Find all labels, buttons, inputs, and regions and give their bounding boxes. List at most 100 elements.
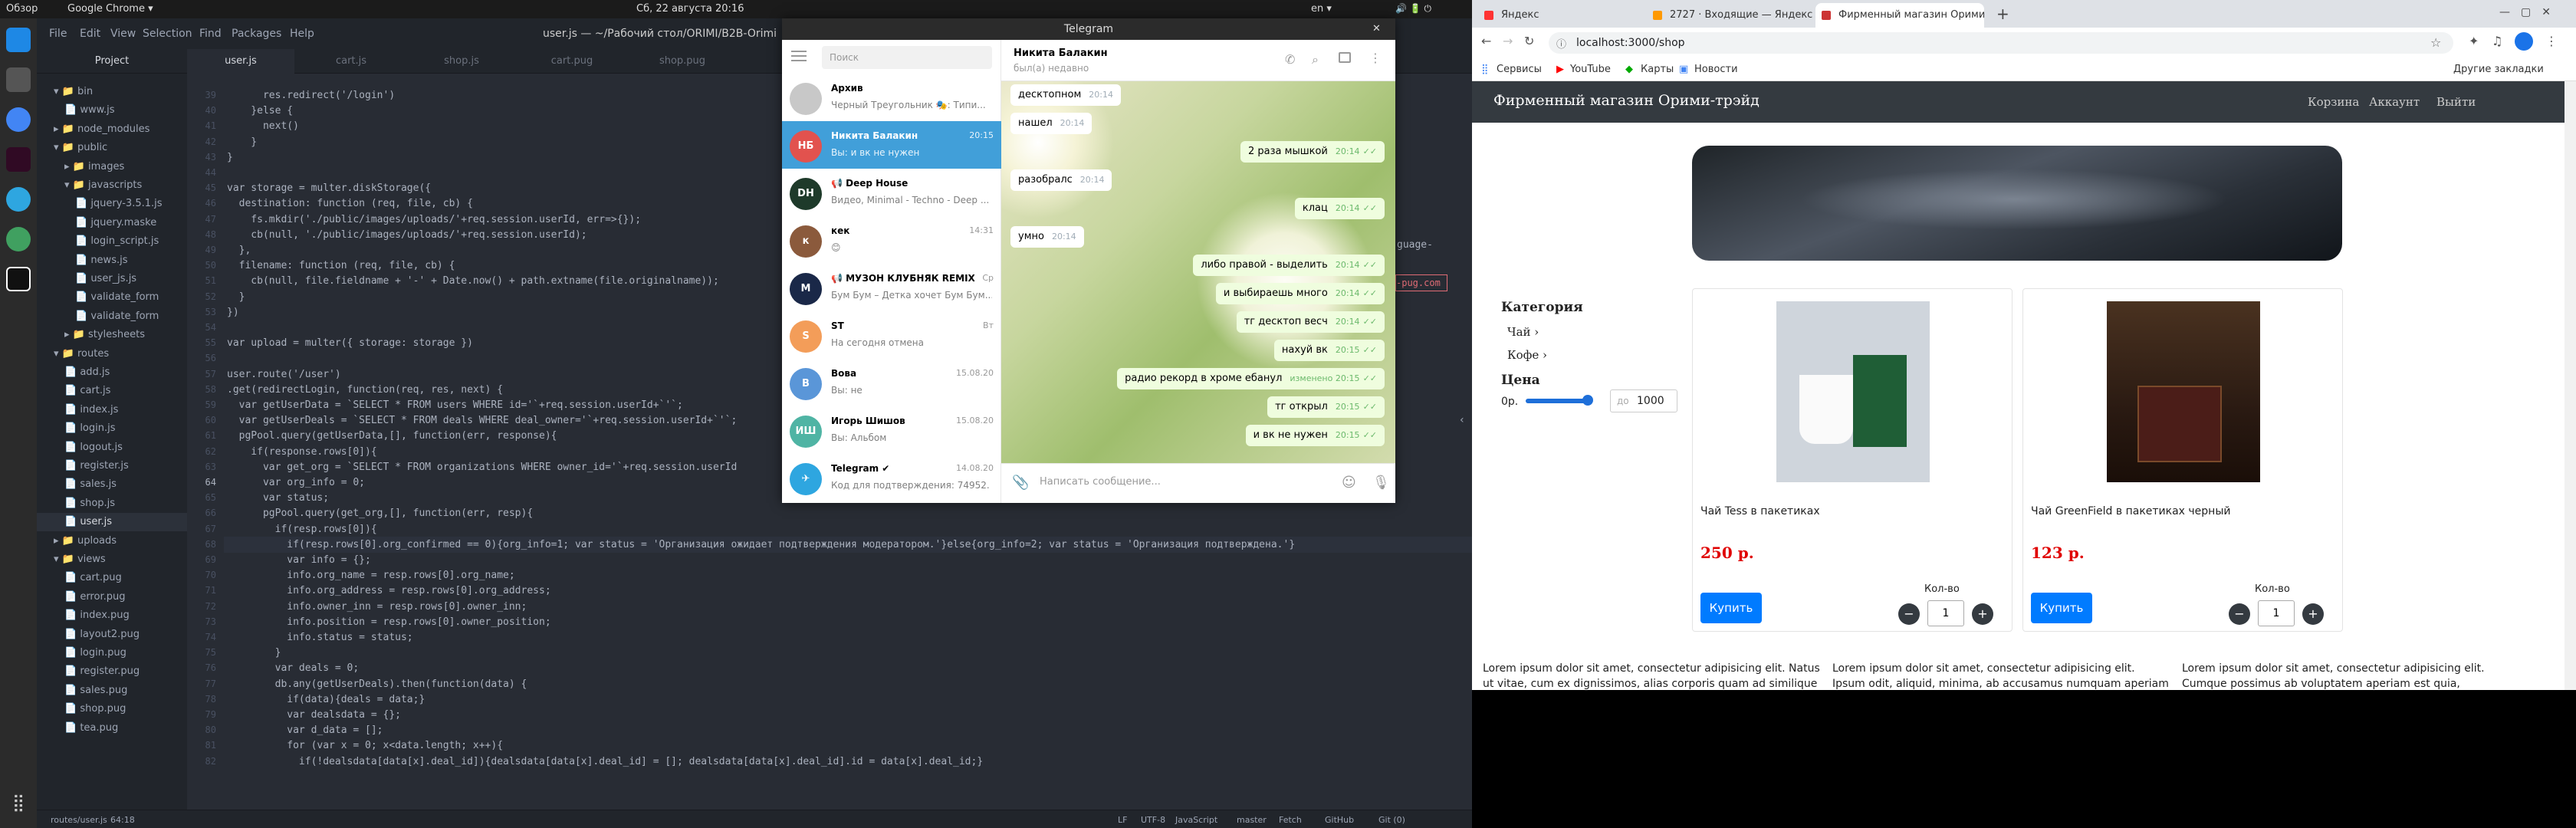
other-bookmarks[interactable]: Другие закладки	[2453, 64, 2544, 75]
back-icon[interactable]: ←	[1481, 34, 1491, 48]
tree-item[interactable]: 📄 tea.pug	[37, 719, 187, 738]
code-line[interactable]: }	[227, 134, 257, 150]
chat-list-item[interactable]: к кек 😊 14:31	[782, 216, 1001, 264]
code-line[interactable]: user.route('/user')	[227, 366, 341, 383]
nav-cart[interactable]: Корзина	[2308, 95, 2359, 109]
tab-shop-pug[interactable]: shop.pug	[629, 49, 736, 74]
bookmark-maps[interactable]: Карты	[1641, 64, 1674, 75]
chat-list-item[interactable]: В Вова Вы: не 15.08.20	[782, 359, 1001, 406]
address-bar[interactable]: localhost:3000/shop	[1549, 32, 2453, 54]
tree-item[interactable]: 📄 news.js	[37, 251, 187, 270]
menu-view[interactable]: View	[110, 28, 136, 40]
qty-decrease-button[interactable]: −	[1898, 603, 1920, 625]
media-icon[interactable]: ♫	[2492, 34, 2502, 48]
dock-icon-music[interactable]	[6, 67, 31, 92]
apps-icon[interactable]: ⣿	[1481, 64, 1489, 75]
menu-find[interactable]: Find	[199, 28, 222, 40]
shop-brand[interactable]: Фирменный магазин Орими-трэйд	[1493, 92, 1760, 109]
tree-item[interactable]: ▾ 📁 javascripts	[37, 176, 187, 195]
hamburger-menu-icon[interactable]	[791, 51, 807, 61]
profile-avatar[interactable]	[2515, 32, 2533, 51]
code-line[interactable]: var getUserData = `SELECT * FROM users W…	[227, 397, 683, 413]
code-line[interactable]: info.org_address = resp.rows[0].org_addr…	[227, 583, 550, 599]
code-line[interactable]: }	[227, 645, 281, 661]
code-line[interactable]: res.redirect('/login')	[227, 87, 395, 104]
chrome-menu-icon[interactable]: ⋮	[2545, 34, 2558, 48]
tab-shop-js[interactable]: shop.js	[408, 49, 515, 74]
code-line[interactable]: info.position = resp.rows[0].owner_posit…	[227, 614, 550, 630]
tree-item[interactable]: 📄 sales.js	[37, 475, 187, 494]
tab-project[interactable]: Project	[37, 49, 187, 74]
code-line[interactable]: })	[227, 304, 239, 320]
message-bubble[interactable]: либо правой - выделить 20:14 ✓✓	[1193, 255, 1385, 276]
qty-increase-button[interactable]: +	[1972, 603, 1993, 625]
dock-icon-telegram[interactable]	[6, 187, 31, 212]
system-tray-icons[interactable]: 🔊 🔋 ⏻	[1395, 3, 1431, 15]
keyboard-layout[interactable]: en ▾	[1311, 3, 1332, 15]
nav-logout[interactable]: Выйти	[2436, 95, 2476, 109]
message-bubble[interactable]: нахуй вк 20:15 ✓✓	[1273, 340, 1385, 361]
bookmark-news[interactable]: Новости	[1694, 64, 1738, 75]
tree-item[interactable]: 📄 user.js	[37, 513, 187, 532]
status-line-ending[interactable]: LF	[1118, 815, 1127, 825]
dock-icon-chrome[interactable]	[6, 107, 31, 132]
code-line[interactable]: var deals = 0;	[227, 660, 360, 676]
search-icon[interactable]: ⌕	[1312, 52, 1319, 67]
tree-item[interactable]: 📄 layout2.pug	[37, 626, 187, 644]
code-line[interactable]: if(!dealsdata[data[x].deal_id]){dealsdat…	[227, 754, 983, 770]
emoji-icon[interactable]: ☺	[1342, 475, 1356, 491]
tree-item[interactable]: 📄 register.js	[37, 457, 187, 475]
nav-account[interactable]: Аккаунт	[2369, 95, 2420, 109]
product-name[interactable]: Чай GreenField в пакетиках черный	[2031, 505, 2231, 518]
category-tea[interactable]: Чай ›	[1507, 325, 1539, 339]
tree-item[interactable]: 📄 login_script.js	[37, 232, 187, 251]
code-line[interactable]: var info = {};	[227, 552, 371, 568]
tree-item[interactable]: ▸ 📁 uploads	[37, 532, 187, 550]
code-line[interactable]: var getUserDeals = `SELECT * FROM deals …	[227, 412, 738, 429]
tree-item[interactable]: 📄 validate_form	[37, 307, 187, 326]
tree-item[interactable]: 📄 add.js	[37, 363, 187, 382]
code-line[interactable]: var d_data = [];	[227, 722, 383, 738]
tree-item[interactable]: 📄 sales.pug	[37, 682, 187, 700]
code-line[interactable]: if(resp.rows[0]){	[227, 521, 377, 537]
message-bubble[interactable]: умно 20:14	[1010, 226, 1084, 248]
code-line[interactable]: var get_org = `SELECT * FROM organizatio…	[227, 459, 737, 475]
tree-item[interactable]: ▾ 📁 bin	[37, 83, 187, 101]
message-bubble[interactable]: 2 раза мышкой 20:14 ✓✓	[1240, 141, 1385, 163]
activities-button[interactable]: Обзор	[6, 3, 38, 15]
message-bubble[interactable]: радио рекорд в хроме ебанул изменено 20:1…	[1117, 368, 1385, 389]
microphone-icon[interactable]: 🎙	[1372, 475, 1390, 491]
code-line[interactable]: pgPool.query(get_org,[], function(err, r…	[227, 505, 533, 521]
search-input[interactable]: Поиск	[822, 46, 992, 69]
extensions-icon[interactable]: ✦	[2469, 34, 2479, 48]
product-image[interactable]	[1776, 301, 1930, 482]
status-branch[interactable]: master	[1237, 815, 1267, 825]
menu-packages[interactable]: Packages	[232, 28, 281, 40]
code-line[interactable]: var dealsdata = {};	[227, 707, 401, 723]
code-line[interactable]: filename: function (req, file, cb) {	[227, 258, 455, 274]
menu-file[interactable]: File	[49, 28, 67, 40]
message-bubble[interactable]: тг десктоп весч 20:14 ✓✓	[1236, 311, 1385, 333]
reload-icon[interactable]: ↻	[1524, 34, 1534, 48]
code-line[interactable]: pgPool.query(getUserData,[], function(er…	[227, 428, 557, 444]
status-git[interactable]: Git (0)	[1378, 815, 1405, 825]
tree-item[interactable]: 📄 login.pug	[37, 644, 187, 662]
code-line[interactable]: var org_info = 0;	[227, 475, 365, 491]
attach-icon[interactable]: 📎	[1012, 475, 1029, 491]
product-image[interactable]	[2107, 301, 2260, 482]
dock-icon-datagrip[interactable]	[6, 267, 31, 291]
message-bubble[interactable]: нашел 20:14	[1010, 113, 1092, 134]
message-input[interactable]: Написать сообщение...	[1040, 476, 1161, 488]
tree-item[interactable]: 📄 shop.js	[37, 495, 187, 513]
qty-decrease-button[interactable]: −	[2229, 603, 2250, 625]
menu-selection[interactable]: Selection	[143, 28, 192, 40]
more-options-icon[interactable]: ⋮	[1369, 51, 1382, 65]
status-cursor-pos[interactable]: 64:18	[110, 815, 135, 825]
code-line[interactable]: info.owner_inn = resp.rows[0].owner_inn;	[227, 599, 527, 615]
dock-icon-files[interactable]	[6, 28, 31, 52]
message-bubble[interactable]: десктопном 20:14	[1010, 84, 1121, 106]
menu-edit[interactable]: Edit	[80, 28, 100, 40]
tree-item[interactable]: 📄 jquery-3.5.1.js	[37, 195, 187, 213]
code-line[interactable]: for (var x = 0; x<data.length; x++){	[227, 738, 503, 754]
code-line[interactable]: .get(redirectLogin, function(req, res, n…	[227, 382, 503, 398]
